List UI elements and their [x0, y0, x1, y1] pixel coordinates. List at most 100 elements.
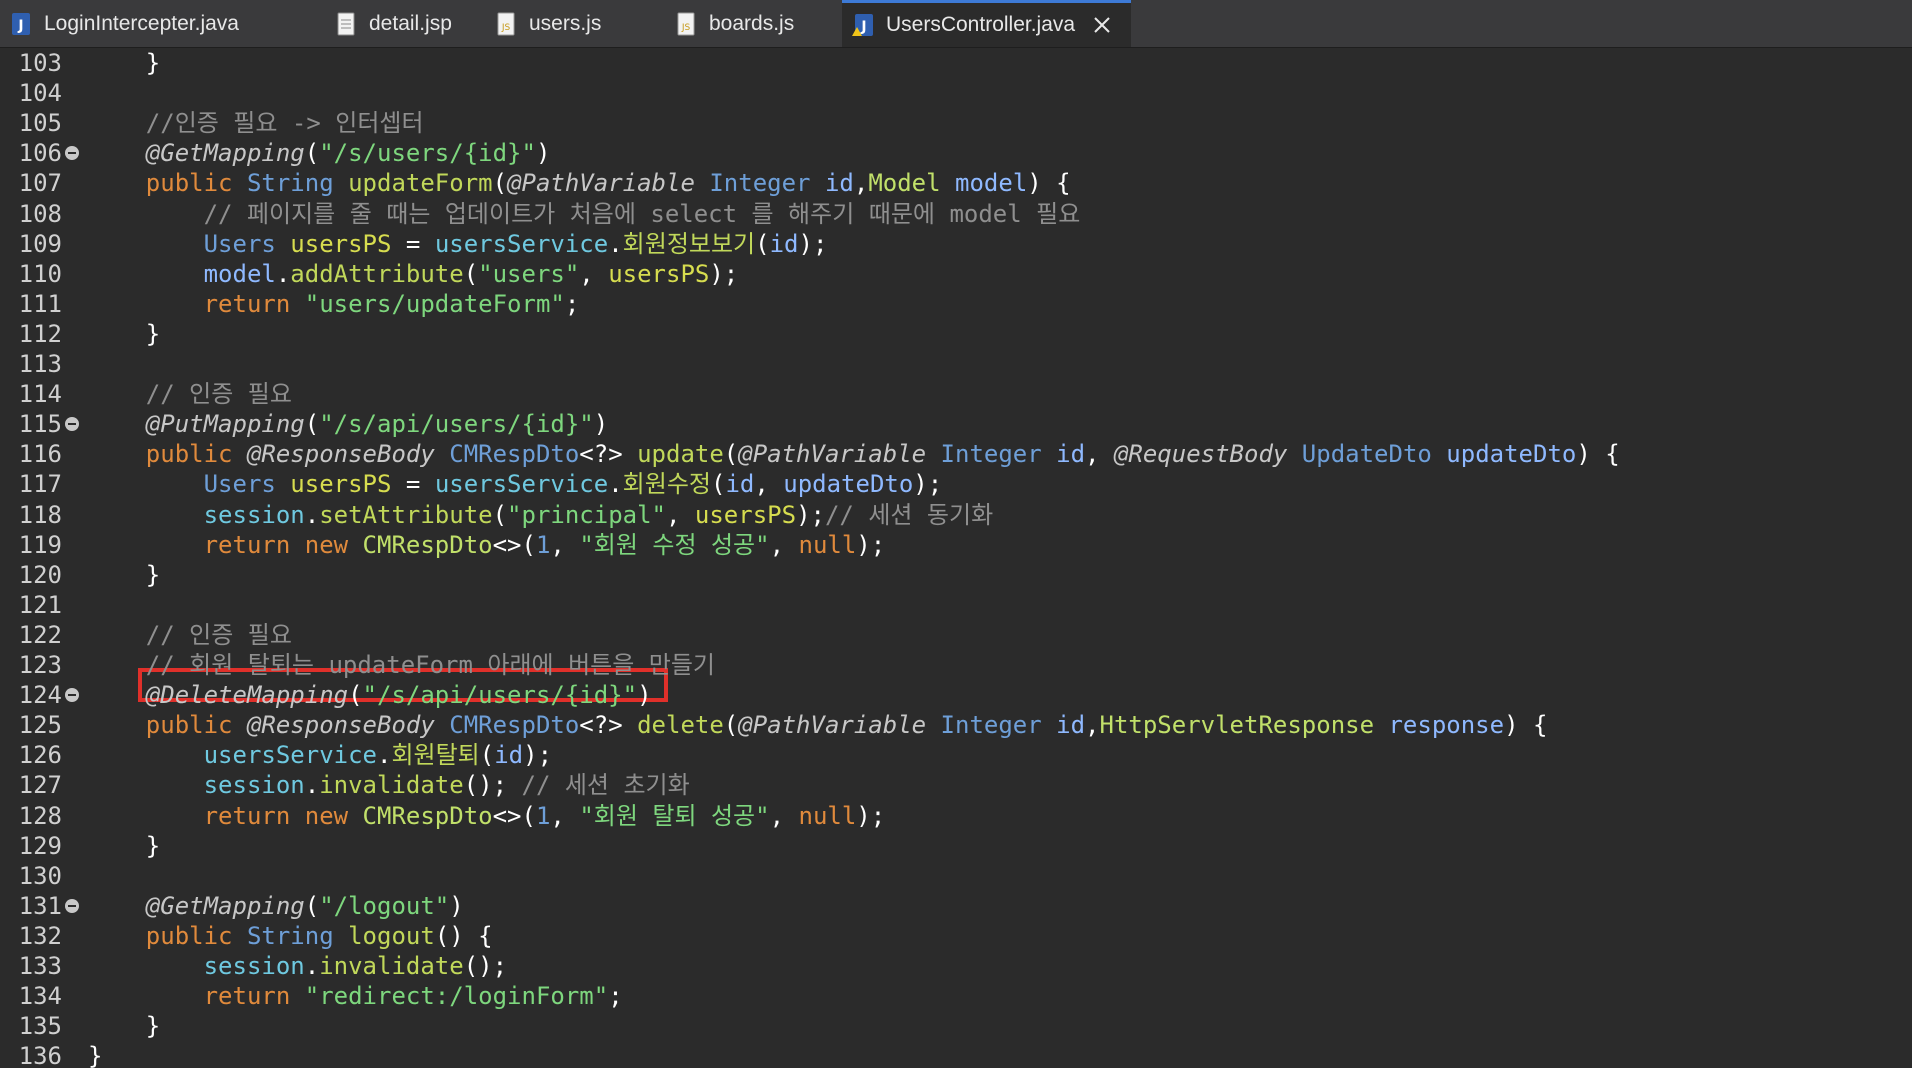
- line-number: 130: [18, 862, 62, 890]
- code-token: id: [494, 741, 524, 769]
- code-text: }: [88, 48, 160, 78]
- line-number: 112: [18, 320, 62, 348]
- code-line[interactable]: 119 return new CMRespDto<>(1, "회원 수정 성공"…: [0, 530, 1912, 560]
- code-token: CMRespDto: [362, 531, 493, 559]
- code-line[interactable]: 117 Users usersPS = usersService.회원수정(id…: [0, 469, 1912, 499]
- code-token: // 인증 필요: [88, 621, 292, 649]
- code-line[interactable]: 112 }: [0, 319, 1912, 349]
- code-line[interactable]: 114 // 인증 필요: [0, 379, 1912, 409]
- code-token: model: [88, 260, 276, 288]
- code-token: (: [348, 681, 363, 709]
- code-line[interactable]: 133 session.invalidate();: [0, 951, 1912, 981]
- code-line[interactable]: 123 // 회원 탈퇴는 updateForm 아래에 버튼을 만들기: [0, 650, 1912, 680]
- code-line[interactable]: 104: [0, 78, 1912, 108]
- line-number: 129: [18, 832, 62, 860]
- code-token: @GetMapping: [88, 139, 305, 167]
- code-line[interactable]: 135 }: [0, 1011, 1912, 1041]
- line-number: 119: [18, 531, 62, 559]
- code-text: return new CMRespDto<>(1, "회원 수정 성공", nu…: [88, 530, 886, 560]
- tab-1[interactable]: detail.jsp: [325, 0, 485, 47]
- code-line[interactable]: 125 public @ResponseBody CMRespDto<?> de…: [0, 710, 1912, 740]
- code-token: id: [1056, 711, 1086, 739]
- code-token: CMRespDto: [449, 711, 580, 739]
- close-icon[interactable]: [1091, 14, 1113, 36]
- code-line[interactable]: 111 return "users/updateForm";: [0, 289, 1912, 319]
- code-line[interactable]: 118 session.setAttribute("principal", us…: [0, 500, 1912, 530]
- code-line[interactable]: 121: [0, 590, 1912, 620]
- code-text: return new CMRespDto<>(1, "회원 탈퇴 성공", nu…: [88, 801, 886, 831]
- code-token: //인증 필요 -> 인터셉터: [88, 109, 424, 137]
- code-token: public: [88, 169, 247, 197]
- tab-4[interactable]: J UsersController.java: [842, 0, 1132, 47]
- code-editor[interactable]: 103 } 104 105 //인증 필요 -> 인터셉터 106 @GetMappi…: [0, 48, 1912, 1068]
- code-token: "회원 탈퇴 성공": [579, 802, 770, 830]
- line-number: 116: [18, 440, 62, 468]
- code-token: @ResponseBody: [246, 440, 450, 468]
- fold-collapse-icon[interactable]: [65, 899, 79, 913]
- line-number: 104: [18, 79, 62, 107]
- tab-2[interactable]: JS users.js: [485, 0, 665, 47]
- code-token: ): [637, 681, 652, 709]
- code-token: null: [798, 531, 857, 559]
- svg-text:JS: JS: [681, 23, 691, 33]
- code-text: Users usersPS = usersService.회원정보보기(id);: [88, 229, 828, 259]
- code-token: return new: [88, 802, 363, 830]
- code-token: public: [88, 440, 247, 468]
- code-line[interactable]: 134 return "redirect:/loginForm";: [0, 981, 1912, 1011]
- code-token: (: [304, 139, 320, 167]
- code-line[interactable]: 115 @PutMapping("/s/api/users/{id}"): [0, 409, 1912, 439]
- line-number: 131: [18, 892, 62, 920]
- code-token: // 인증 필요: [88, 380, 292, 408]
- code-line[interactable]: 108 // 페이지를 줄 때는 업데이트가 처음에 select 를 해주기 …: [0, 199, 1912, 229]
- code-line[interactable]: 131 @GetMapping("/logout"): [0, 891, 1912, 921]
- code-line[interactable]: 126 usersService.회원탈퇴(id);: [0, 740, 1912, 770]
- code-line[interactable]: 122 // 인증 필요: [0, 620, 1912, 650]
- fold-collapse-icon[interactable]: [65, 688, 79, 702]
- fold-collapse-icon[interactable]: [65, 146, 79, 160]
- code-line[interactable]: 107 public String updateForm(@PathVariab…: [0, 168, 1912, 198]
- code-line[interactable]: 106 @GetMapping("/s/users/{id}"): [0, 138, 1912, 168]
- line-number: 110: [18, 260, 62, 288]
- code-line[interactable]: 120 }: [0, 560, 1912, 590]
- fold-collapse-icon[interactable]: [65, 417, 79, 431]
- code-token: updateDto: [783, 470, 914, 498]
- code-token: }: [88, 320, 161, 348]
- code-token: (: [304, 410, 320, 438]
- code-token: "/s/api/users/{id}": [319, 410, 594, 438]
- code-token: ();: [463, 952, 508, 980]
- code-token: (: [755, 230, 770, 258]
- code-token: );: [856, 802, 886, 830]
- code-line[interactable]: 116 public @ResponseBody CMRespDto<?> up…: [0, 439, 1912, 469]
- code-line[interactable]: 132 public String logout() {: [0, 921, 1912, 951]
- code-token: ;: [608, 982, 623, 1010]
- line-number: 136: [18, 1042, 62, 1068]
- tab-0[interactable]: J LoginIntercepter.java: [0, 0, 325, 47]
- code-line[interactable]: 128 return new CMRespDto<>(1, "회원 탈퇴 성공"…: [0, 801, 1912, 831]
- code-line[interactable]: 130: [0, 861, 1912, 891]
- code-line[interactable]: 103 }: [0, 48, 1912, 78]
- code-line[interactable]: 113: [0, 349, 1912, 379]
- code-line[interactable]: 124 @DeleteMapping("/s/api/users/{id}"): [0, 680, 1912, 710]
- code-line[interactable]: 127 session.invalidate(); // 세션 초기화: [0, 770, 1912, 800]
- code-text: usersService.회원탈퇴(id);: [88, 740, 552, 770]
- code-token: );: [798, 230, 828, 258]
- code-token: String: [246, 922, 349, 950]
- line-number: 122: [18, 621, 62, 649]
- tab-3[interactable]: JS boards.js: [665, 0, 842, 47]
- code-line[interactable]: 105 //인증 필요 -> 인터셉터: [0, 108, 1912, 138]
- code-token: // 회원 탈퇴는 updateForm 아래에 버튼을 만들기: [88, 651, 716, 679]
- code-line[interactable]: 110 model.addAttribute("users", usersPS)…: [0, 259, 1912, 289]
- code-token: ,: [769, 802, 799, 830]
- code-token: (: [304, 892, 320, 920]
- code-line[interactable]: 129 }: [0, 831, 1912, 861]
- line-number: 106: [18, 139, 62, 167]
- tab-label: LoginIntercepter.java: [44, 11, 239, 35]
- code-line[interactable]: 109 Users usersPS = usersService.회원정보보기(…: [0, 229, 1912, 259]
- java-file-icon: J: [10, 11, 32, 37]
- code-token: CMRespDto: [362, 802, 493, 830]
- code-token: @DeleteMapping: [88, 681, 349, 709]
- code-token: "principal": [507, 501, 666, 529]
- code-token: session: [88, 952, 305, 980]
- line-number: 114: [18, 380, 62, 408]
- code-line[interactable]: 136}: [0, 1041, 1912, 1068]
